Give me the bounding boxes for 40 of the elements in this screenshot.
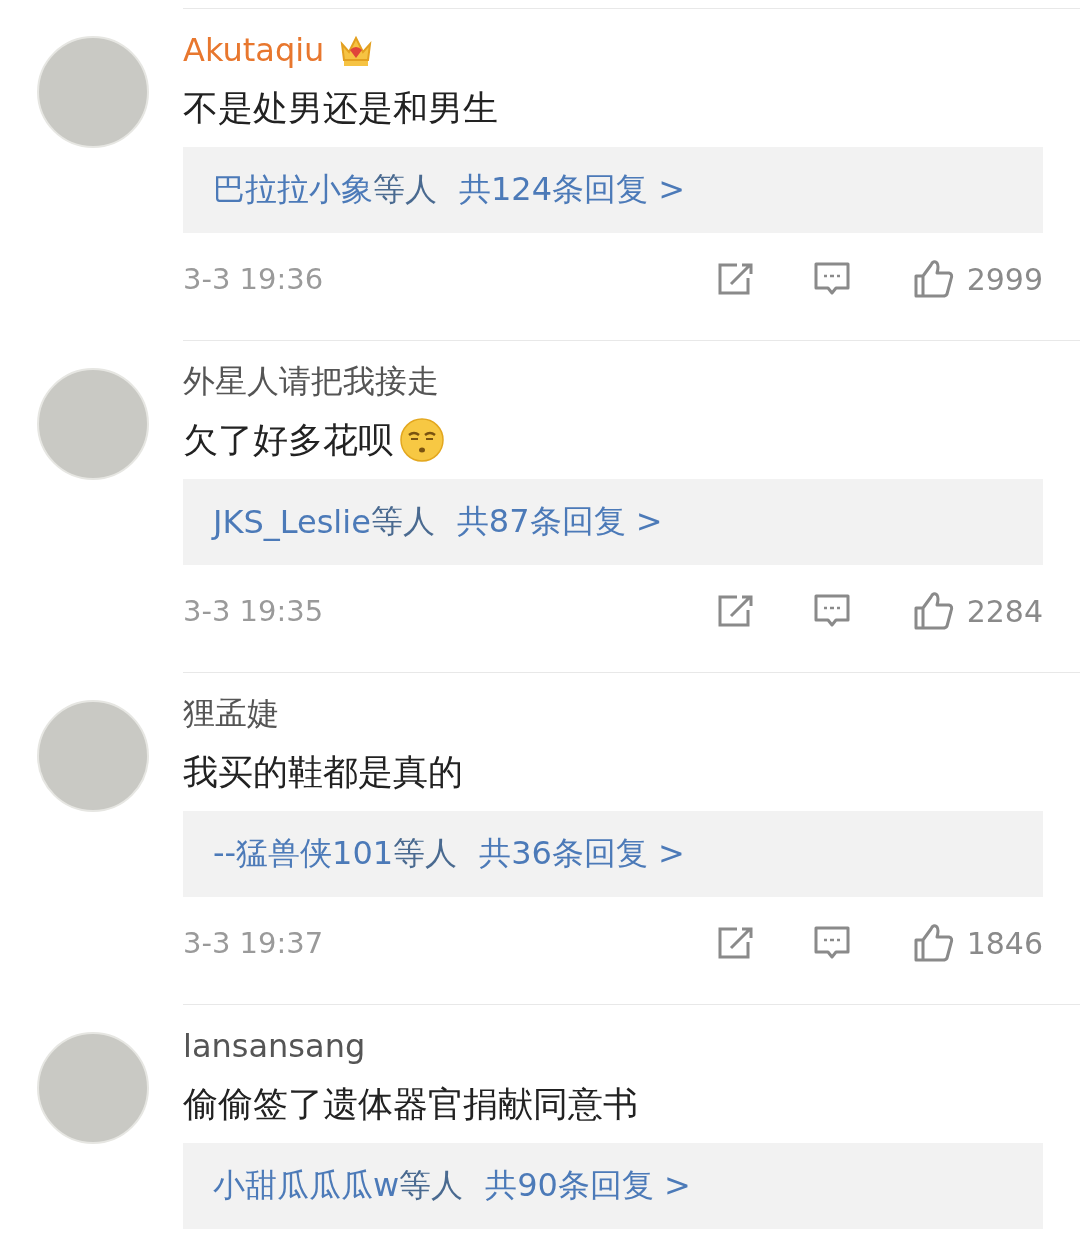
reply-button[interactable] [812, 261, 851, 297]
replies-link[interactable]: 共36条回复 > [479, 832, 685, 876]
reply-suffix: 等人 [370, 501, 435, 542]
reply-usernames: 巴拉拉小象 [213, 169, 373, 210]
reply-button[interactable] [812, 593, 851, 629]
comment-text: 我买的鞋都是真的 [183, 750, 463, 794]
reply-usernames: 小甜瓜瓜瓜w [213, 1165, 400, 1206]
username[interactable]: lansansang [183, 1027, 366, 1065]
comment-text: 不是处男还是和男生 [183, 86, 498, 130]
timestamp: 3-3 19:37 [183, 926, 325, 960]
share-button[interactable] [716, 594, 755, 628]
reply-usernames: --猛兽侠101 [213, 833, 394, 874]
reply-suffix: 等人 [373, 169, 437, 210]
thumbs-up-icon [912, 591, 955, 631]
replies-preview-panel[interactable]: 巴拉拉小象等人 共124条回复 > [183, 147, 1043, 233]
share-button[interactable] [716, 262, 755, 296]
share-button[interactable] [716, 926, 755, 960]
replies-preview-panel[interactable]: JKS_Leslie等人 共87条回复 > [183, 479, 1043, 565]
reply-suffix: 等人 [393, 833, 458, 874]
emoji-face-icon [399, 417, 445, 463]
reply-button[interactable] [812, 925, 851, 961]
username[interactable]: Akutaqiu [183, 31, 325, 69]
username[interactable]: 外星人请把我接走 [183, 360, 439, 404]
replies-link[interactable]: 共90条回复 > [485, 1164, 691, 1208]
timestamp: 3-3 19:35 [183, 594, 325, 628]
thumbs-up-icon [912, 923, 955, 963]
comment-text: 偷偷签了遗体器官捐献同意书 [183, 1082, 638, 1126]
timestamp: 3-3 19:36 [183, 262, 325, 296]
like-button[interactable]: 2999 [912, 259, 1043, 299]
username[interactable]: 狸孟婕 [183, 692, 279, 736]
replies-preview-panel[interactable]: --猛兽侠101等人 共36条回复 > [183, 811, 1043, 897]
like-button[interactable]: 1846 [912, 923, 1043, 963]
replies-link[interactable]: 共124条回复 > [459, 168, 686, 212]
reply-usernames: JKS_Leslie [213, 503, 371, 541]
reply-suffix: 等人 [399, 1165, 464, 1206]
comment-text: 欠了好多花呗 [183, 418, 393, 462]
like-button[interactable]: 2284 [912, 591, 1043, 631]
thumbs-up-icon [912, 259, 955, 299]
replies-link[interactable]: 共87条回复 > [456, 500, 663, 544]
replies-preview-panel[interactable]: 小甜瓜瓜瓜w等人 共90条回复 > [183, 1143, 1043, 1229]
